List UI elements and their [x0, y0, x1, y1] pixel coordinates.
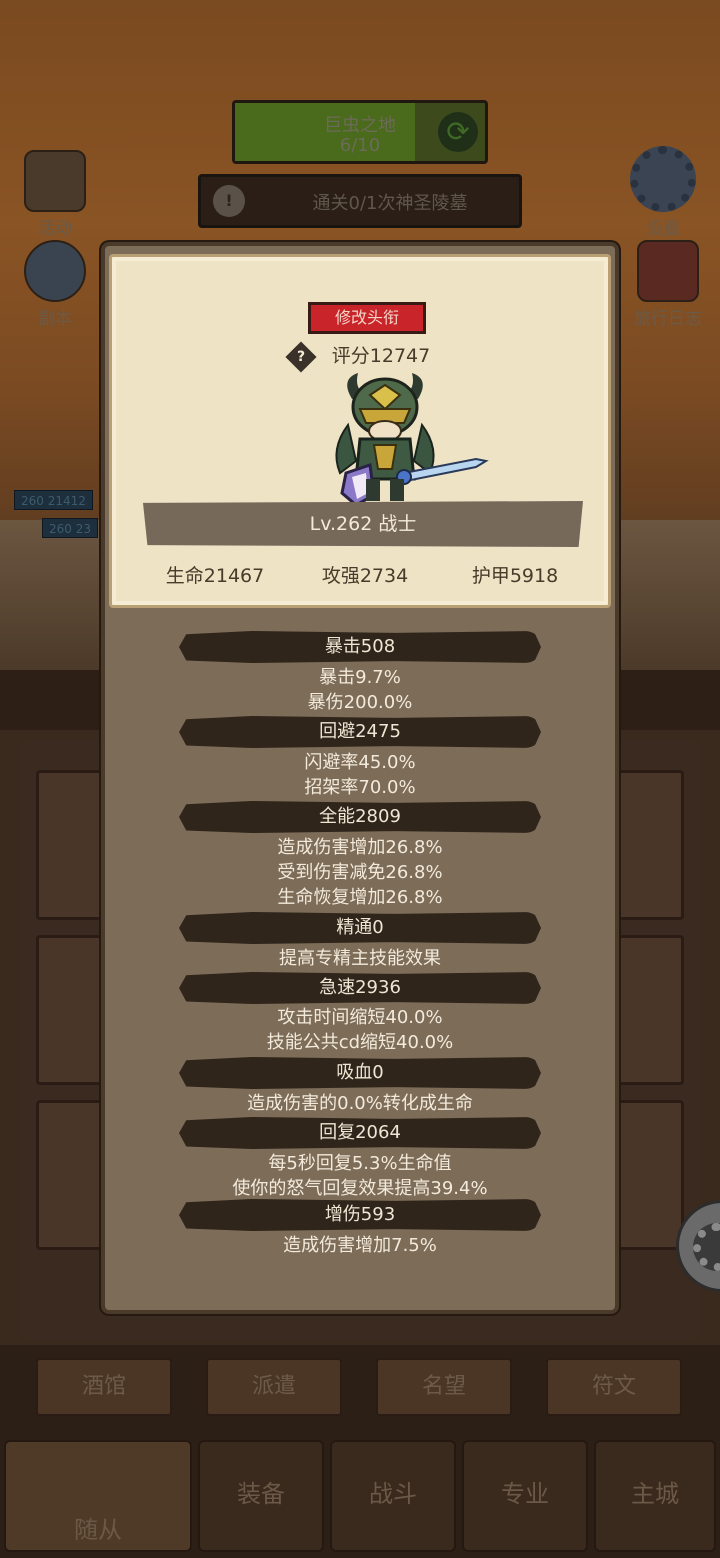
- refresh-icon[interactable]: ⟳: [438, 112, 478, 152]
- tab-runes[interactable]: 符文: [546, 1358, 682, 1416]
- stat-header-leech: 吸血0: [179, 1057, 541, 1089]
- rename-title-button[interactable]: 修改头衔: [308, 302, 426, 334]
- tab-equipment[interactable]: 装备: [198, 1440, 324, 1552]
- tab-companions[interactable]: 随从: [4, 1440, 192, 1552]
- stat-line: 暴伤200.0%: [307, 692, 413, 713]
- tab-profession[interactable]: 专业: [462, 1440, 588, 1552]
- tab-battle[interactable]: 战斗: [330, 1440, 456, 1552]
- dungeon-label: 副本: [38, 309, 72, 329]
- stat-line: 生命恢复增加26.8%: [277, 887, 443, 908]
- travel-log-button[interactable]: 旅行日志: [618, 240, 718, 329]
- activity-button[interactable]: 活动: [10, 150, 100, 239]
- hero-card: 修改头衔 ? 评分12747 Lv.262 战士 生命21467 攻强2734 …: [109, 254, 611, 608]
- stat-line: 每5秒回复5.3%生命值: [268, 1153, 452, 1174]
- hero-stats-modal: 修改头衔 ? 评分12747 Lv.262 战士 生命21467 攻强2734 …: [101, 242, 619, 1314]
- activity-label: 活动: [38, 219, 72, 239]
- stat-header-mastery: 精通0: [179, 912, 541, 944]
- stat-line: 造成伤害的0.0%转化成生命: [247, 1093, 473, 1114]
- attack-stat: 攻强2734: [321, 565, 409, 587]
- travel-log-label: 旅行日志: [634, 309, 702, 329]
- stat-line: 招架率70.0%: [304, 777, 416, 798]
- portal-icon: [24, 240, 86, 302]
- tab-reputation[interactable]: 名望: [376, 1358, 512, 1416]
- stat-line: 提高专精主技能效果: [279, 948, 441, 969]
- stat-header-versatility: 全能2809: [179, 801, 541, 833]
- alert-icon: !: [213, 185, 245, 217]
- hp-badge: 260 23: [42, 518, 99, 538]
- gear-icon: [693, 1223, 720, 1271]
- stat-header-avoidance: 回避2475: [179, 716, 541, 748]
- hp-badge-value: 23: [75, 522, 92, 536]
- help-icon[interactable]: ?: [285, 341, 317, 373]
- settings-button[interactable]: 设置: [618, 146, 708, 239]
- level-class-bar: Lv.262 战士: [143, 501, 583, 547]
- quest-bar[interactable]: ! 通关0/1次神圣陵墓: [198, 174, 522, 228]
- settings-label: 设置: [646, 219, 680, 239]
- hp-badge-level: 260: [49, 522, 72, 536]
- stat-line: 受到伤害减免26.8%: [277, 862, 443, 883]
- tab-tavern[interactable]: 酒馆: [36, 1358, 172, 1416]
- stat-header-damage-bonus: 增伤593: [179, 1199, 541, 1231]
- stat-line: 技能公共cd缩短40.0%: [266, 1032, 454, 1053]
- tab-dispatch[interactable]: 派遣: [206, 1358, 342, 1416]
- warrior-portrait: [335, 373, 489, 507]
- armor-stat: 护甲5918: [471, 565, 559, 587]
- stat-header-regen: 回复2064: [179, 1117, 541, 1149]
- stat-line: 攻击时间缩短40.0%: [277, 1007, 443, 1028]
- stat-line: 造成伤害增加7.5%: [283, 1235, 437, 1256]
- stat-line: 暴击9.7%: [319, 667, 401, 688]
- hp-badge: 260 21412: [14, 490, 93, 510]
- score-value: 评分12747: [331, 345, 431, 367]
- gear-icon: [630, 146, 696, 212]
- tab-main-city[interactable]: 主城: [594, 1440, 716, 1552]
- base-stats-row: 生命21467 攻强2734 护甲5918: [112, 561, 608, 589]
- stat-header-haste: 急速2936: [179, 972, 541, 1004]
- stat-line: 造成伤害增加26.8%: [277, 837, 443, 858]
- hp-badge-value: 21412: [47, 494, 86, 508]
- stat-header-crit: 暴击508: [179, 631, 541, 663]
- stat-line: 使你的怒气回复效果提高39.4%: [232, 1178, 488, 1199]
- book-icon: [637, 240, 699, 302]
- dungeon-button[interactable]: 副本: [10, 240, 100, 329]
- activity-icon: [24, 150, 86, 212]
- hp-stat: 生命21467: [165, 565, 265, 587]
- tab-companions-label: 随从: [74, 1516, 122, 1544]
- stat-line: 闪避率45.0%: [304, 752, 416, 773]
- quest-text: 通关0/1次神圣陵墓: [312, 193, 468, 214]
- score-row: ? 评分12747: [112, 341, 608, 373]
- hp-badge-level: 260: [21, 494, 44, 508]
